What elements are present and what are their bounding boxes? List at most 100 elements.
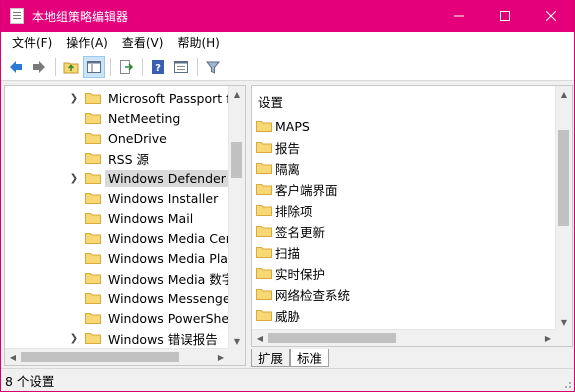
menu-bar: 文件(F) 操作(A) 查看(V) 帮助(H) xyxy=(1,32,574,54)
properties-button[interactable] xyxy=(170,56,192,78)
folder-icon xyxy=(85,333,101,344)
tree-node-label: NetMeeting xyxy=(108,110,181,126)
settings-list-item[interactable]: 实时保护 xyxy=(256,263,325,283)
folder-icon xyxy=(85,93,101,104)
console-tree: ❯ Microsoft Passport fo NetMeeting OneDrive… xyxy=(4,85,246,366)
tab-extended[interactable]: 扩展 xyxy=(251,349,291,367)
settings-list-pane: 设置 MAPS报告隔离客户端界面排除项签名更新扫描实时保护网络检查系统威胁修正 … xyxy=(251,85,573,347)
tree-vertical-scroll-thumb[interactable] xyxy=(231,142,242,178)
scroll-down-arrow-icon[interactable]: ▼ xyxy=(556,314,572,330)
scrollbar-corner xyxy=(556,330,572,346)
folder-icon xyxy=(85,153,101,164)
tree-node-label: Windows Defender xyxy=(105,169,229,187)
scroll-right-arrow-icon[interactable]: ▶ xyxy=(540,330,556,346)
resize-grip-icon[interactable] xyxy=(562,379,572,389)
tree-node-label: OneDrive xyxy=(108,130,167,146)
tree-node-label: Windows Media Cent xyxy=(108,230,239,246)
folder-icon xyxy=(256,121,272,132)
settings-list-item[interactable]: 签名更新 xyxy=(256,221,325,241)
folder-icon xyxy=(256,142,272,153)
tree-node-label: Windows PowerShell xyxy=(108,310,237,326)
settings-list-item[interactable]: 扫描 xyxy=(256,242,300,262)
folder-icon xyxy=(256,310,272,321)
menu-view[interactable]: 查看(V) xyxy=(115,32,171,54)
toolbar: ? xyxy=(1,54,574,81)
filter-button[interactable] xyxy=(202,56,224,78)
scroll-left-arrow-icon[interactable]: ◀ xyxy=(5,349,21,365)
minimize-button[interactable] xyxy=(436,0,482,32)
maximize-icon xyxy=(500,11,510,21)
back-button[interactable] xyxy=(5,56,27,78)
tree-node-label: Windows Mail xyxy=(108,210,194,226)
show-hide-console-tree-button[interactable] xyxy=(83,56,105,78)
list-horizontal-scroll-thumb[interactable] xyxy=(268,333,396,343)
list-horizontal-scrollbar[interactable]: ◀ ▶ xyxy=(252,329,556,346)
settings-list-item[interactable]: 威胁 xyxy=(256,305,300,325)
settings-list-item-label: 签名更新 xyxy=(275,224,326,240)
folder-icon xyxy=(85,173,101,184)
forward-arrow-icon xyxy=(33,61,45,73)
status-bar: 8 个设置 xyxy=(1,368,574,391)
menu-help[interactable]: 帮助(H) xyxy=(170,32,226,54)
settings-list-item-label: 报告 xyxy=(275,140,301,156)
tree-horizontal-scrollbar[interactable]: ◀ ▶ xyxy=(5,348,229,365)
settings-list-item[interactable]: 排除项 xyxy=(256,200,313,220)
tree-node-label: Windows Media Playe xyxy=(108,250,244,266)
settings-list-item[interactable]: MAPS xyxy=(256,116,310,136)
toolbar-separator xyxy=(55,58,56,76)
settings-list-item-label: 客户端界面 xyxy=(275,182,338,198)
folder-icon xyxy=(85,133,101,144)
menu-file[interactable]: 文件(F) xyxy=(5,32,59,54)
filter-icon xyxy=(205,61,221,74)
settings-list-item[interactable]: 报告 xyxy=(256,137,300,157)
tree-node-label: RSS 源 xyxy=(108,151,150,167)
folder-icon xyxy=(85,233,101,244)
tab-standard[interactable]: 标准 xyxy=(290,349,330,367)
export-list-icon xyxy=(120,60,134,74)
settings-list-item-label: MAPS xyxy=(275,118,310,134)
title-bar[interactable]: 本地组策略编辑器 xyxy=(1,0,574,32)
list-vertical-scroll-thumb[interactable] xyxy=(558,130,569,226)
scroll-up-arrow-icon[interactable]: ▲ xyxy=(556,86,572,102)
window-controls xyxy=(436,0,574,32)
close-button[interactable] xyxy=(528,0,574,32)
tree-vertical-scrollbar[interactable]: ▲ ▼ xyxy=(228,86,245,349)
settings-list-item-label: 实时保护 xyxy=(275,266,326,282)
back-arrow-icon xyxy=(10,61,22,73)
status-text: 8 个设置 xyxy=(5,373,55,389)
forward-button[interactable] xyxy=(28,56,50,78)
expand-chevron-icon[interactable]: ❯ xyxy=(67,173,81,184)
export-list-button[interactable] xyxy=(115,56,137,78)
scroll-down-arrow-icon[interactable]: ▼ xyxy=(229,333,245,349)
settings-list-item[interactable]: 客户端界面 xyxy=(256,179,338,199)
settings-list-item[interactable]: 隔离 xyxy=(256,158,300,178)
settings-list-item-label: 排除项 xyxy=(275,203,313,219)
show-hide-tree-icon xyxy=(87,61,101,73)
expand-chevron-icon[interactable]: ❯ xyxy=(67,333,81,344)
toolbar-separator xyxy=(110,58,111,76)
list-column-header[interactable]: 设置 xyxy=(258,92,283,111)
tree-horizontal-scroll-thumb[interactable] xyxy=(21,352,179,362)
maximize-button[interactable] xyxy=(482,0,528,32)
scroll-left-arrow-icon[interactable]: ◀ xyxy=(252,330,268,346)
help-button[interactable]: ? xyxy=(147,56,169,78)
folder-icon xyxy=(85,253,101,264)
folder-icon xyxy=(85,213,101,224)
folder-icon xyxy=(256,289,272,300)
properties-icon xyxy=(174,61,188,73)
expand-chevron-icon[interactable]: ❯ xyxy=(67,93,81,104)
list-vertical-scrollbar[interactable]: ▲ ▼ xyxy=(555,86,572,330)
menu-action[interactable]: 操作(A) xyxy=(59,32,115,54)
settings-list-item-label: 扫描 xyxy=(275,245,301,261)
folder-icon xyxy=(85,293,101,304)
up-one-level-button[interactable] xyxy=(60,56,82,78)
scroll-up-arrow-icon[interactable]: ▲ xyxy=(229,86,245,102)
svg-text:?: ? xyxy=(155,63,161,74)
folder-icon xyxy=(85,113,101,124)
settings-list-item[interactable]: 网络检查系统 xyxy=(256,284,350,304)
help-icon: ? xyxy=(152,60,164,74)
folder-icon xyxy=(85,273,101,284)
folder-icon xyxy=(256,163,272,174)
window-title: 本地组策略编辑器 xyxy=(32,9,129,24)
scroll-right-arrow-icon[interactable]: ▶ xyxy=(213,349,229,365)
